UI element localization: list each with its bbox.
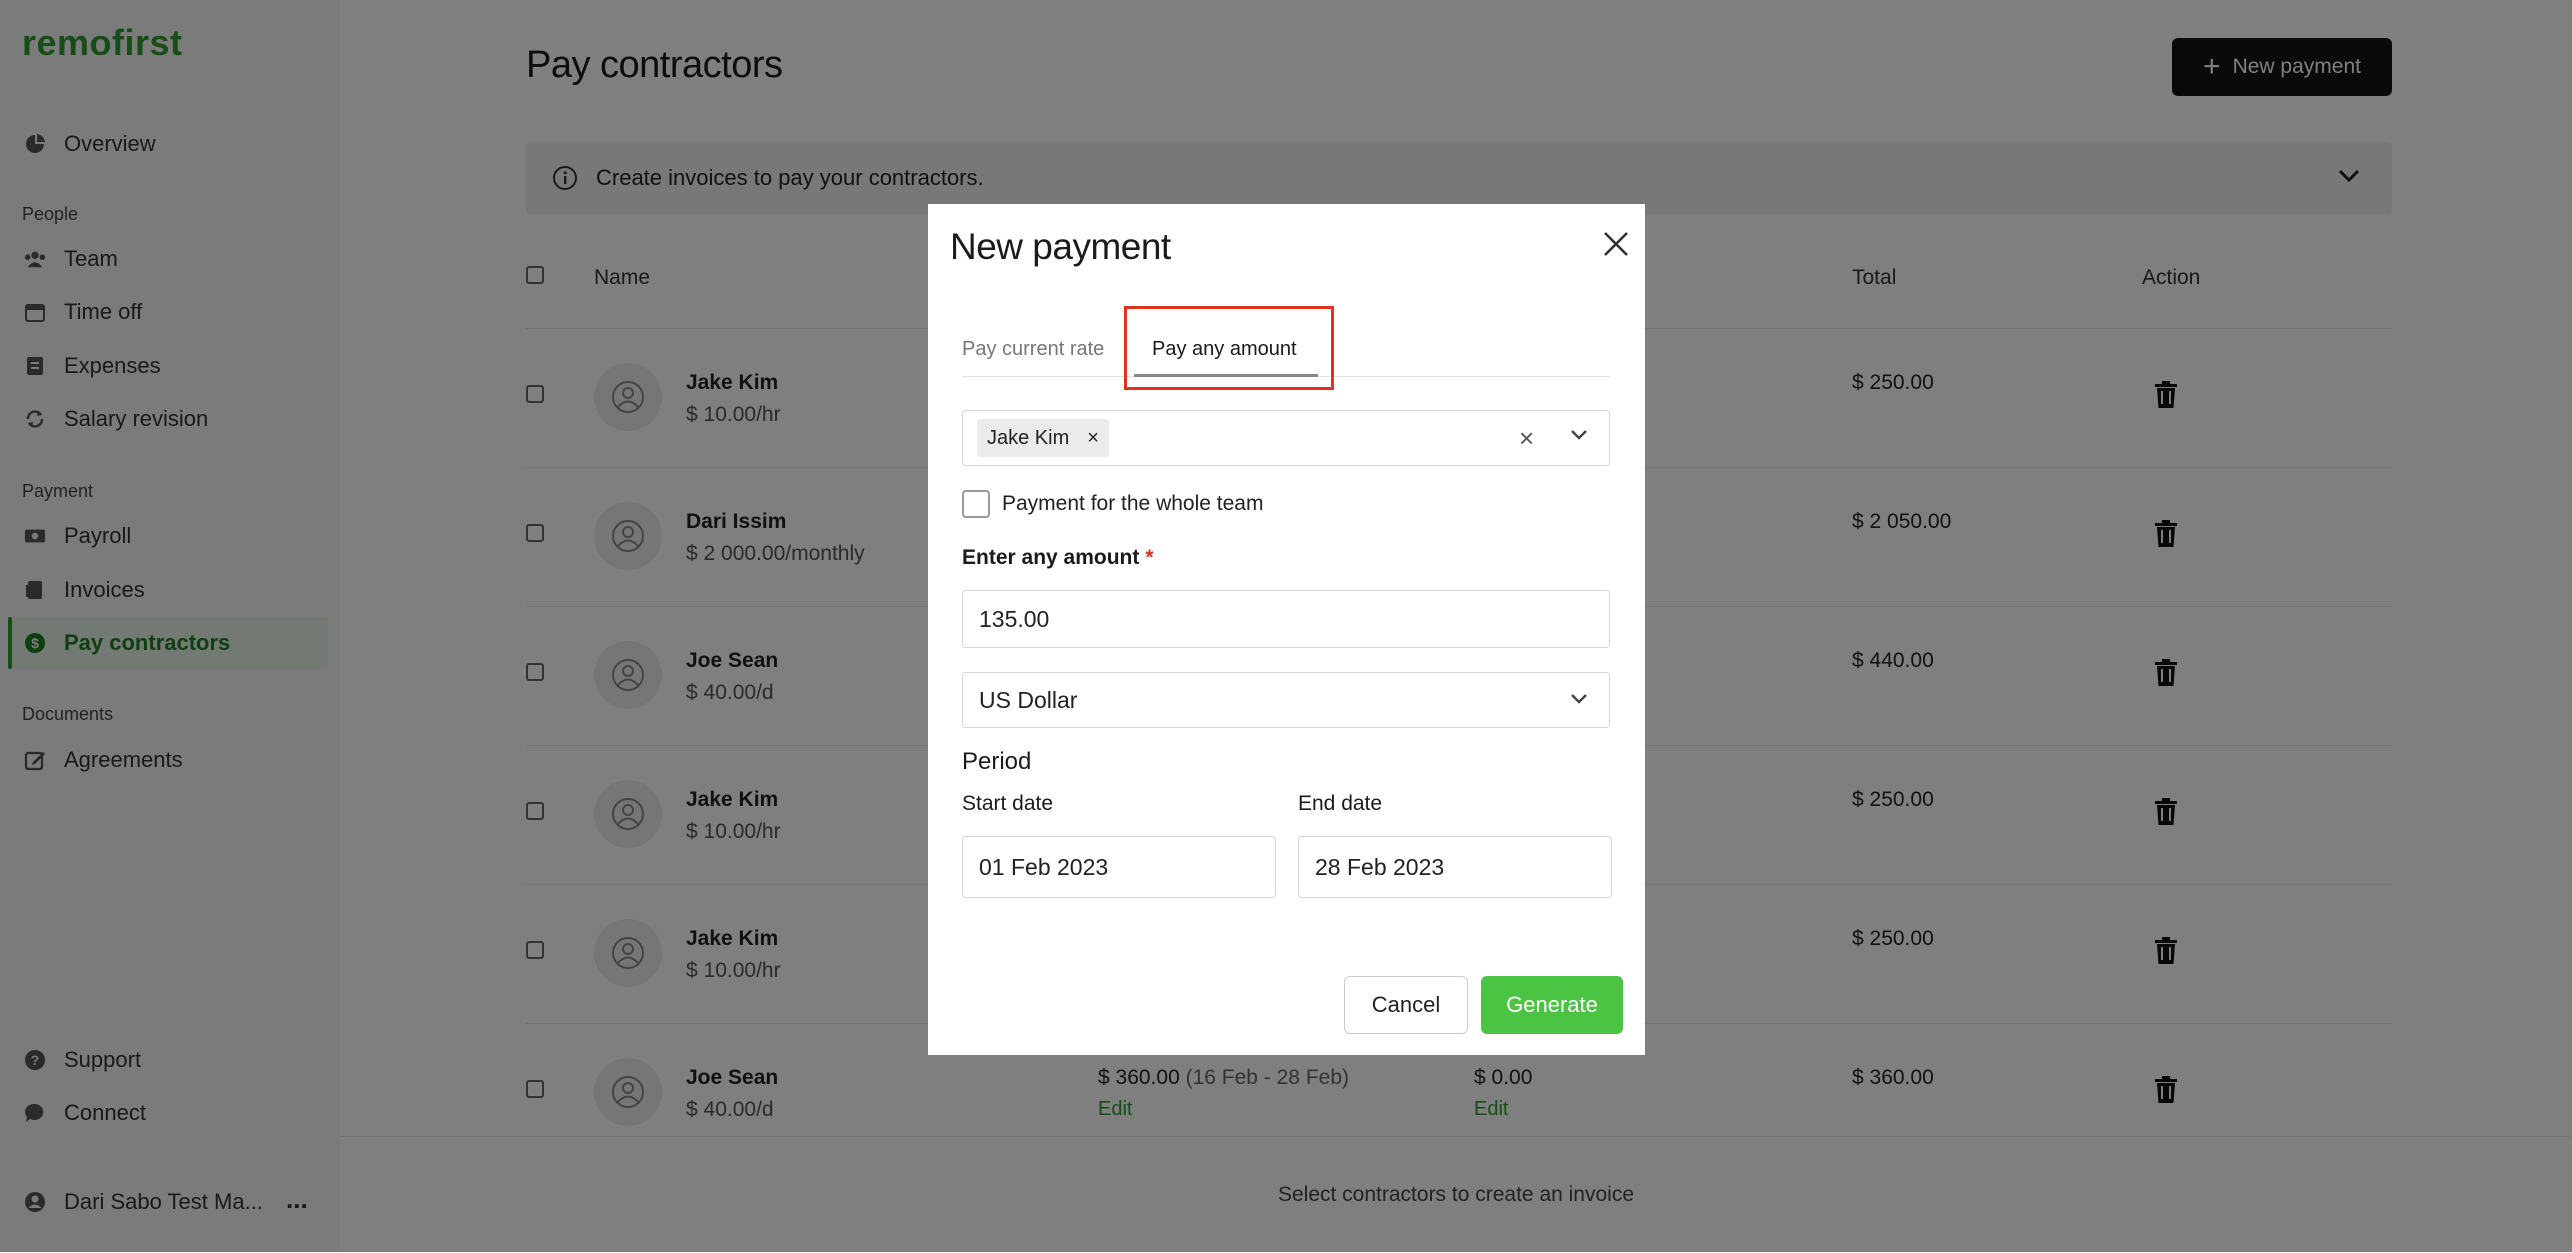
currency-value: US Dollar — [979, 686, 1078, 713]
new-payment-dialog: New payment Pay current rate Pay any amo… — [928, 204, 1645, 1055]
chevron-down-icon[interactable] — [1569, 427, 1589, 446]
whole-team-label: Payment for the whole team — [1002, 492, 1264, 515]
clear-icon[interactable]: × — [1519, 423, 1534, 454]
highlight-box — [1124, 306, 1334, 390]
whole-team-checkbox[interactable] — [962, 490, 990, 518]
tab-pay-current-rate[interactable]: Pay current rate — [962, 338, 1104, 361]
dialog-title: New payment — [950, 226, 1171, 267]
end-date-label: End date — [1298, 792, 1383, 815]
period-heading: Period — [962, 748, 1032, 775]
start-date-input[interactable] — [979, 853, 1246, 881]
amount-label-text: Enter any amount — [962, 546, 1140, 569]
remove-chip-icon[interactable]: × — [1087, 427, 1099, 450]
start-date-field[interactable] — [962, 836, 1276, 898]
chevron-down-icon — [1569, 691, 1589, 705]
chip-label: Jake Kim — [987, 426, 1070, 449]
close-icon[interactable] — [1596, 224, 1636, 264]
end-date-input[interactable] — [1315, 853, 1582, 881]
generate-button[interactable]: Generate — [1481, 976, 1623, 1034]
selected-contractor-chip: Jake Kim × — [977, 419, 1109, 457]
amount-label: Enter any amount * — [962, 546, 1154, 570]
contractor-select[interactable]: Jake Kim × × — [962, 410, 1610, 466]
amount-field[interactable] — [962, 590, 1610, 648]
currency-select[interactable]: US Dollar — [962, 672, 1610, 728]
required-mark: * — [1145, 546, 1154, 569]
cancel-button[interactable]: Cancel — [1344, 976, 1468, 1034]
amount-input[interactable] — [979, 605, 1546, 633]
end-date-field[interactable] — [1298, 836, 1612, 898]
start-date-label: Start date — [962, 792, 1054, 815]
